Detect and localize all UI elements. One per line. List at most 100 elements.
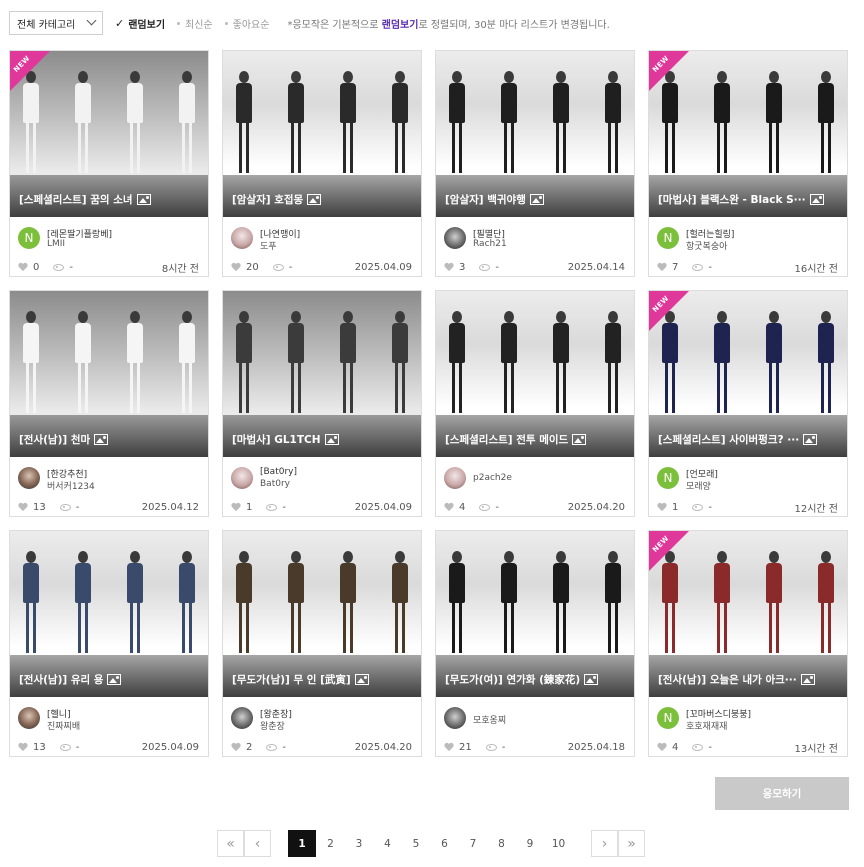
image-icon bbox=[809, 194, 824, 205]
page-number[interactable]: 9 bbox=[516, 830, 544, 857]
pagination: « ‹ 1 2 3 4 5 6 7 8 9 10 › » bbox=[217, 830, 645, 857]
author-name[interactable]: Rach21 bbox=[473, 239, 507, 249]
entry-meta: p2ach2e 4 - 2025.04.20 bbox=[436, 457, 634, 516]
entry-thumbnail[interactable]: [암살자] 호접몽 bbox=[223, 51, 421, 217]
entry-card[interactable]: [암살자] 호접몽 [나연맹이] 도푸 20 - 2025.04.09 bbox=[222, 50, 422, 277]
entry-thumbnail[interactable]: [마법사] GL1TCH bbox=[223, 291, 421, 457]
entry-thumbnail[interactable]: [전사(남)] 천마 bbox=[10, 291, 208, 457]
entry-date: 16시간 전 bbox=[794, 263, 838, 275]
entry-card[interactable]: [마법사] GL1TCH [Bat0ry] Bat0ry 1 - 2025.04… bbox=[222, 290, 422, 517]
author-name[interactable]: p2ach2e bbox=[473, 473, 512, 483]
sort-latest[interactable]: 최신순 bbox=[177, 16, 213, 31]
author-name[interactable]: Bat0ry bbox=[260, 479, 290, 489]
page-number[interactable]: 7 bbox=[459, 830, 487, 857]
character-figure bbox=[70, 311, 96, 416]
entry-card[interactable]: NEW [스페셜리스트] 사이버펑크? ··· N [언모래] 모래양 1 - … bbox=[648, 290, 848, 517]
entry-card[interactable]: NEW [전사(남)] 오늘은 내가 아크··· N [꼬마버스디붕붕] 호호재… bbox=[648, 530, 848, 757]
sort-likes[interactable]: 좋아요순 bbox=[224, 16, 269, 31]
heart-icon[interactable] bbox=[444, 503, 454, 512]
heart-icon[interactable] bbox=[657, 263, 667, 272]
sort-random-label: 랜덤보기 bbox=[128, 19, 166, 31]
entry-thumbnail[interactable]: NEW [스페셜리스트] 사이버펑크? ··· bbox=[649, 291, 847, 457]
heart-icon[interactable] bbox=[231, 503, 241, 512]
entry-card[interactable]: [스페셜리스트] 전투 메이드 p2ach2e 4 - 2025.04.20 bbox=[435, 290, 635, 517]
author-name[interactable]: 모호옹찌 bbox=[473, 713, 506, 726]
entry-card[interactable]: NEW [스페셜리스트] 꿈의 소녀 N [레몬딸기플랑베] LMII 0 - … bbox=[9, 50, 209, 277]
page-number[interactable]: 3 bbox=[345, 830, 373, 857]
heart-icon[interactable] bbox=[18, 743, 28, 752]
entry-card[interactable]: [전사(남)] 천마 [한강추천] 버서커1234 13 - 2025.04.1… bbox=[9, 290, 209, 517]
sort-random[interactable]: ✓ 랜덤보기 bbox=[115, 16, 165, 31]
page-number[interactable]: 6 bbox=[431, 830, 459, 857]
heart-icon[interactable] bbox=[231, 263, 241, 272]
prev-page-button[interactable]: ‹ bbox=[244, 830, 271, 857]
eye-icon bbox=[479, 263, 491, 271]
entry-thumbnail[interactable]: NEW [전사(남)] 오늘은 내가 아크··· bbox=[649, 531, 847, 697]
page-number[interactable]: 5 bbox=[402, 830, 430, 857]
entry-thumbnail[interactable]: [스페셜리스트] 전투 메이드 bbox=[436, 291, 634, 457]
avatar: N bbox=[657, 707, 679, 729]
entry-thumbnail[interactable]: NEW [마법사] 블랙스완 - Black S··· bbox=[649, 51, 847, 217]
character-figure bbox=[600, 551, 626, 656]
entry-stats: 3 - 2025.04.14 bbox=[444, 261, 625, 273]
first-page-button[interactable]: « bbox=[217, 830, 244, 857]
entry-title: [스페셜리스트] 사이버펑크? ··· bbox=[658, 434, 800, 446]
page-number[interactable]: 4 bbox=[374, 830, 402, 857]
page-number[interactable]: 8 bbox=[488, 830, 516, 857]
entry-card[interactable]: [무도가(여)] 연가화 (錬家花) 모호옹찌 21 - 2025.04.18 bbox=[435, 530, 635, 757]
entry-card[interactable]: NEW [마법사] 블랙스완 - Black S··· N [헐러는힐링] 항굿… bbox=[648, 50, 848, 277]
next-page-button[interactable]: › bbox=[591, 830, 618, 857]
view-count: - bbox=[495, 501, 499, 513]
entry-title: [암살자] 호접몽 bbox=[232, 194, 304, 206]
last-page-button[interactable]: » bbox=[618, 830, 645, 857]
character-figure bbox=[387, 71, 413, 176]
page-number[interactable]: 2 bbox=[317, 830, 345, 857]
entry-caption: [마법사] 블랙스완 - Black S··· bbox=[649, 175, 847, 217]
dot-icon bbox=[224, 21, 228, 25]
entry-thumbnail[interactable]: [암살자] 백귀야행 bbox=[436, 51, 634, 217]
author-name[interactable]: 도푸 bbox=[260, 239, 277, 252]
heart-icon[interactable] bbox=[18, 503, 28, 512]
author-name[interactable]: 왕춘장 bbox=[260, 719, 285, 732]
character-figure bbox=[283, 311, 309, 416]
heart-icon[interactable] bbox=[18, 263, 28, 272]
entry-thumbnail[interactable]: [무도가(여)] 연가화 (錬家花) bbox=[436, 531, 634, 697]
guild-name: [Bat0ry] bbox=[260, 467, 297, 477]
character-figure bbox=[18, 311, 44, 416]
entry-thumbnail[interactable]: [무도가(남)] 무 인 [武寅] bbox=[223, 531, 421, 697]
author-name[interactable]: 항굿복숭아 bbox=[686, 239, 727, 252]
eye-icon bbox=[59, 503, 71, 511]
submit-entry-button[interactable]: 응모하기 bbox=[715, 777, 849, 810]
entry-date: 2025.04.09 bbox=[354, 501, 412, 513]
heart-icon[interactable] bbox=[231, 743, 241, 752]
like-count: 1 bbox=[672, 501, 679, 513]
heart-icon[interactable] bbox=[657, 743, 667, 752]
entry-meta: [헬니] 진짜찌배 13 - 2025.04.09 bbox=[10, 697, 208, 756]
page-number[interactable]: 1 bbox=[288, 830, 316, 857]
author-name[interactable]: 버서커1234 bbox=[47, 479, 95, 492]
author-name[interactable]: 진짜찌배 bbox=[47, 719, 80, 732]
character-figure bbox=[600, 71, 626, 176]
view-count: - bbox=[69, 261, 73, 273]
page-number[interactable]: 10 bbox=[545, 830, 573, 857]
entry-card[interactable]: [전사(남)] 유리 용 [헬니] 진짜찌배 13 - 2025.04.09 bbox=[9, 530, 209, 757]
author-name[interactable]: 모래양 bbox=[686, 479, 711, 492]
entry-date: 13시간 전 bbox=[794, 743, 838, 755]
character-figure bbox=[813, 71, 839, 176]
entry-card[interactable]: [암살자] 백귀야행 [필멸단] Rach21 3 - 2025.04.14 bbox=[435, 50, 635, 277]
character-figure bbox=[496, 551, 522, 656]
heart-icon[interactable] bbox=[657, 503, 667, 512]
entry-card[interactable]: [무도가(남)] 무 인 [武寅] [왕춘장] 왕춘장 2 - 2025.04.… bbox=[222, 530, 422, 757]
author-name[interactable]: LMII bbox=[47, 239, 65, 249]
entry-thumbnail[interactable]: [전사(남)] 유리 용 bbox=[10, 531, 208, 697]
category-select[interactable]: 전체 카테고리 bbox=[9, 11, 103, 35]
author-name[interactable]: 호호재재재 bbox=[686, 719, 727, 732]
entry-caption: [무도가(여)] 연가화 (錬家花) bbox=[436, 655, 634, 697]
heart-icon[interactable] bbox=[444, 263, 454, 272]
entry-meta: N [레몬딸기플랑베] LMII 0 - 8시간 전 bbox=[10, 217, 208, 276]
character-figure bbox=[283, 71, 309, 176]
entry-thumbnail[interactable]: NEW [스페셜리스트] 꿈의 소녀 bbox=[10, 51, 208, 217]
entry-stats: 1 - 12시간 전 bbox=[657, 501, 838, 515]
heart-icon[interactable] bbox=[444, 743, 454, 752]
entry-caption: [마법사] GL1TCH bbox=[223, 415, 421, 457]
